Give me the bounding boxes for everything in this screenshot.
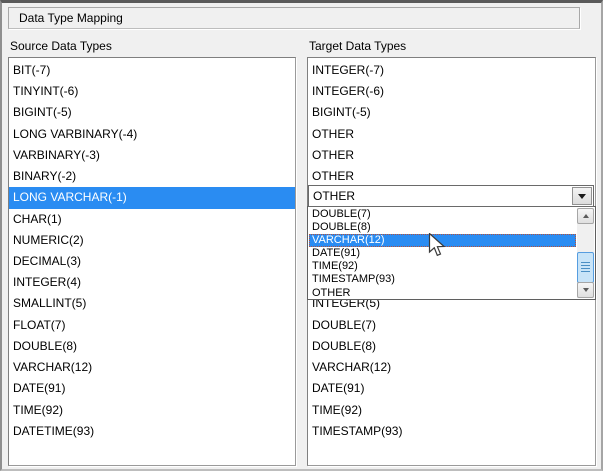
list-item[interactable]: BINARY(-2): [9, 166, 295, 187]
dropdown-option[interactable]: TIME(92): [309, 260, 576, 273]
source-data-types-list[interactable]: BIT(-7) TINYINT(-6) BIGINT(-5) LONG VARB…: [8, 57, 296, 466]
list-item[interactable]: VARCHAR(12): [308, 357, 595, 378]
list-item[interactable]: INTEGER(-7): [308, 60, 595, 81]
target-list-label: Target Data Types: [309, 39, 406, 54]
scroll-up-button[interactable]: [577, 208, 594, 224]
dialog-header: Data Type Mapping: [8, 7, 580, 29]
list-item[interactable]: INTEGER(4): [9, 272, 295, 293]
scrollbar-track[interactable]: [577, 208, 594, 298]
list-item[interactable]: DATE(91): [308, 378, 595, 399]
mouse-cursor: [428, 233, 446, 259]
dropdown-option[interactable]: TIMESTAMP(93): [309, 273, 576, 286]
list-item[interactable]: DECIMAL(3): [9, 251, 295, 272]
thumb-grip-icon: [581, 262, 590, 273]
list-item[interactable]: DATE(91): [9, 378, 295, 399]
list-item[interactable]: CHAR(1): [9, 209, 295, 230]
list-item[interactable]: SMALLINT(5): [9, 293, 295, 314]
source-list-label: Source Data Types: [10, 39, 112, 54]
list-item[interactable]: TINYINT(-6): [9, 81, 295, 102]
list-item[interactable]: TIME(92): [9, 400, 295, 421]
list-item[interactable]: NUMERIC(2): [9, 230, 295, 251]
list-item[interactable]: DOUBLE(8): [308, 336, 595, 357]
list-item[interactable]: DATETIME(93): [9, 421, 295, 442]
list-item[interactable]: TIMESTAMP(93): [308, 421, 595, 442]
list-item[interactable]: BIGINT(-5): [308, 102, 595, 123]
dropdown-option[interactable]: OTHER: [309, 287, 576, 300]
combobox-dropdown-list[interactable]: DOUBLE(7) DOUBLE(8) VARCHAR(12) DATE(91)…: [307, 206, 596, 300]
scrollbar-thumb[interactable]: [577, 252, 594, 283]
list-item[interactable]: VARCHAR(12): [9, 357, 295, 378]
dropdown-option[interactable]: DOUBLE(7): [309, 208, 576, 221]
list-item[interactable]: TIME(92): [308, 400, 595, 421]
combobox-value: OTHER: [313, 189, 355, 203]
list-item[interactable]: DOUBLE(7): [308, 315, 595, 336]
list-item-selected[interactable]: LONG VARCHAR(-1): [9, 187, 295, 208]
list-item[interactable]: DOUBLE(8): [9, 336, 295, 357]
list-item[interactable]: BIGINT(-5): [9, 102, 295, 123]
list-item[interactable]: OTHER: [308, 124, 595, 145]
data-type-mapping-dialog: Data Type Mapping Source Data Types Targ…: [0, 0, 603, 471]
scroll-down-button[interactable]: [577, 282, 594, 298]
list-item[interactable]: BIT(-7): [9, 60, 295, 81]
chevron-down-icon: [578, 194, 586, 199]
list-item[interactable]: FLOAT(7): [9, 315, 295, 336]
list-item[interactable]: VARBINARY(-3): [9, 145, 295, 166]
list-item[interactable]: INTEGER(-6): [308, 81, 595, 102]
arrow-down-icon: [583, 288, 589, 292]
arrow-up-icon: [583, 214, 589, 218]
combobox-dropdown-button[interactable]: [572, 187, 592, 205]
list-item[interactable]: OTHER: [308, 145, 595, 166]
dialog-title: Data Type Mapping: [19, 11, 123, 25]
list-item[interactable]: LONG VARBINARY(-4): [9, 124, 295, 145]
target-type-combobox[interactable]: OTHER: [308, 185, 594, 207]
